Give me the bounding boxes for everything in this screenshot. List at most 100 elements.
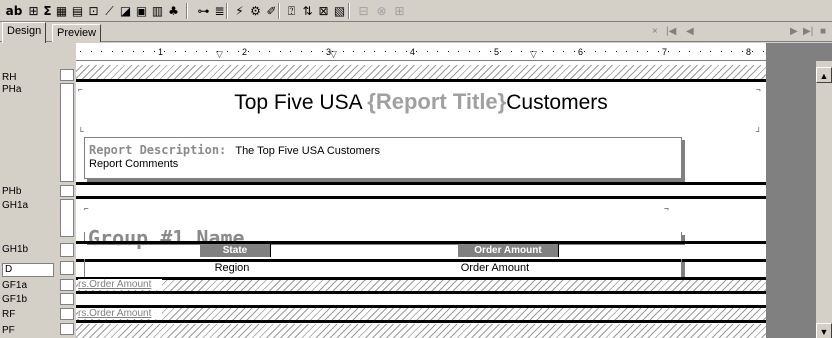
section-expert-icon[interactable]: ≣: [212, 2, 227, 20]
toolbar-separator: [226, 3, 228, 19]
section-divider[interactable]: [76, 241, 766, 244]
section-mini-pf[interactable]: [60, 323, 74, 335]
select-expert-icon[interactable]: ⚡: [232, 2, 247, 20]
next-page-icon[interactable]: ▶: [790, 25, 798, 39]
section-mini-rf[interactable]: [60, 308, 74, 320]
field-explorer-icon[interactable]: ⍰: [284, 2, 299, 20]
report-description-row: Report Description: The Top Five USA Cus…: [89, 143, 380, 157]
repository-icon[interactable]: ▧: [332, 2, 347, 20]
ruler-tick: [448, 51, 449, 52]
group-footer-sum-field[interactable]: rs.Order Amount: [78, 279, 162, 290]
detail-box: [84, 259, 682, 277]
section-mini-gf1b[interactable]: [60, 293, 74, 305]
section-divider[interactable]: [76, 196, 766, 199]
section-label-rh[interactable]: RH: [2, 72, 58, 84]
scroll-down-icon[interactable]: ▼: [816, 323, 832, 338]
section-mini-phb[interactable]: [60, 185, 74, 197]
toolbar-separator: [186, 3, 188, 19]
disabled-tool-2-icon[interactable]: ⊗: [374, 2, 389, 20]
text-object-icon[interactable]: ab: [4, 2, 24, 20]
report-comments[interactable]: Report Comments: [89, 158, 178, 170]
sort-icon[interactable]: ⇅: [300, 2, 315, 20]
tab-design[interactable]: Design: [2, 22, 47, 43]
ruler-tick: [511, 51, 512, 52]
report-description-value[interactable]: The Top Five USA Customers: [235, 145, 380, 157]
grid-icon[interactable]: ▤: [70, 2, 85, 20]
section-label-phb[interactable]: PHb: [2, 186, 58, 198]
section-mini-pha[interactable]: [60, 83, 74, 182]
section-label-gf1b[interactable]: GF1b: [2, 294, 58, 306]
section-label-gh1b[interactable]: GH1b: [2, 244, 58, 256]
page-footer-band[interactable]: [76, 324, 766, 338]
section-label-d[interactable]: D: [2, 263, 54, 277]
section-mini-d[interactable]: [60, 261, 74, 275]
disabled-tool-3-icon[interactable]: ⊞: [392, 2, 407, 20]
section-label-gh1a[interactable]: GH1a: [2, 200, 58, 212]
line-icon[interactable]: ⟋: [102, 2, 117, 20]
formula-workshop-icon[interactable]: ⚙: [248, 2, 263, 20]
picture-icon[interactable]: ▣: [134, 2, 149, 20]
report-description-box[interactable]: Report Description: The Top Five USA Cus…: [84, 137, 682, 179]
insert-group-icon[interactable]: ⊶: [196, 2, 211, 20]
report-header-band[interactable]: [76, 65, 766, 79]
chart-icon[interactable]: ▥: [150, 2, 165, 20]
cross-tab-icon[interactable]: ▦: [54, 2, 69, 20]
toolbar-separator: [348, 3, 350, 19]
ruler-tick: [416, 51, 417, 52]
format-painter-icon[interactable]: ✐: [264, 2, 279, 20]
disabled-tool-1-icon[interactable]: ⊟: [356, 2, 371, 20]
ruler-tick: [206, 51, 207, 52]
column-header-order-amount[interactable]: Order Amount: [458, 244, 559, 257]
ruler-tick: [595, 51, 596, 52]
box-icon[interactable]: ◪: [118, 2, 133, 20]
section-divider[interactable]: [76, 320, 766, 323]
section-divider[interactable]: [76, 291, 766, 294]
vertical-scrollbar[interactable]: ▲ ▼: [816, 61, 832, 338]
ruler-number: 5: [494, 47, 500, 57]
ole-icon[interactable]: ⊡: [86, 2, 101, 20]
ruler-tick: [479, 51, 480, 52]
report-explorer-icon[interactable]: ⊠: [316, 2, 331, 20]
section-divider[interactable]: [76, 79, 766, 82]
ruler-tick: [689, 51, 690, 52]
report-title-parameter[interactable]: {Report Title}: [367, 89, 506, 114]
ruler-tick: [469, 51, 470, 52]
ruler-tick: [185, 51, 186, 52]
object-corner-mark: ¬: [664, 204, 669, 213]
section-label-pha[interactable]: PHa: [2, 84, 58, 96]
section-mini-rh[interactable]: [60, 69, 74, 81]
scroll-up-icon[interactable]: ▲: [816, 67, 832, 83]
section-mini-gf1a[interactable]: [60, 279, 74, 291]
ruler-number: 1: [158, 47, 164, 57]
ruler-tick: [343, 51, 344, 52]
ruler-tick: [196, 51, 197, 52]
map-icon[interactable]: ♣: [166, 2, 181, 20]
ruler-tick: [521, 51, 522, 52]
section-mini-gh1b[interactable]: [60, 243, 74, 257]
horizontal-ruler: 1 2 3 4 5 6 7 8 ▽ ▽ ▽: [76, 43, 766, 61]
tab-preview[interactable]: Preview: [52, 24, 102, 42]
last-page-icon[interactable]: ▶|: [803, 25, 813, 39]
summary-icon[interactable]: Σ: [40, 2, 55, 20]
first-page-icon[interactable]: |◀: [666, 25, 676, 39]
ruler-tick: [154, 51, 155, 52]
section-mini-gh1a[interactable]: [60, 199, 74, 237]
column-header-state[interactable]: State: [200, 244, 271, 257]
section-label-gf1a[interactable]: GF1a: [2, 280, 58, 292]
ruler-tick: [637, 51, 638, 52]
report-footer-band[interactable]: [76, 308, 766, 320]
ruler-tick: [616, 51, 617, 52]
section-divider[interactable]: [76, 182, 766, 185]
group-footer-band[interactable]: [76, 280, 766, 291]
section-label-pf[interactable]: PF: [2, 325, 58, 337]
ruler-tick: [164, 51, 165, 52]
prev-page-icon[interactable]: ◀: [686, 25, 694, 39]
stop-icon[interactable]: ■: [820, 25, 826, 39]
close-icon[interactable]: ×: [652, 25, 658, 39]
field-object-icon[interactable]: ⊞: [26, 2, 41, 20]
report-footer-sum-field[interactable]: rs.Order Amount: [78, 308, 162, 319]
report-title[interactable]: Top Five USA {Report Title}Customers: [76, 89, 766, 115]
ruler-tick: [322, 51, 323, 52]
ruler-tick: [374, 51, 375, 52]
section-label-rf[interactable]: RF: [2, 309, 58, 321]
